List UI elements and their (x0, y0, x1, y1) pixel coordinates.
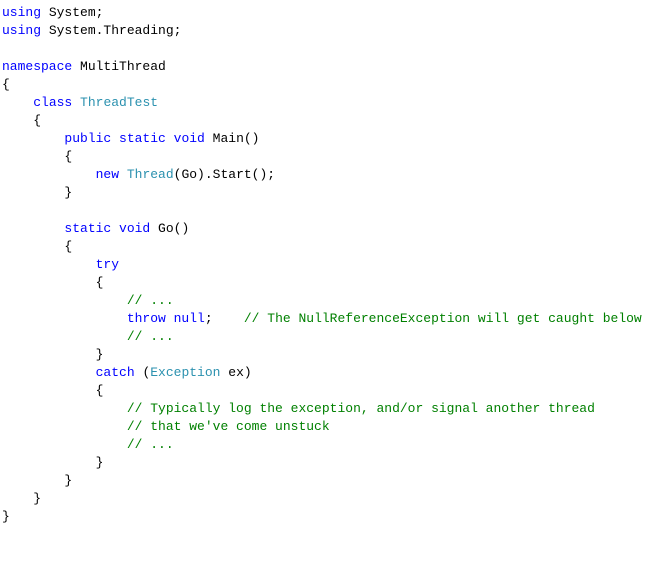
brace: } (2, 455, 103, 470)
code-text: Go() (150, 221, 189, 236)
brace: } (2, 347, 103, 362)
comment: // Typically log the exception, and/or s… (127, 401, 595, 416)
brace: { (2, 275, 103, 290)
brace: { (2, 149, 72, 164)
indent (2, 329, 127, 344)
indent (2, 311, 127, 326)
type-name: ThreadTest (80, 95, 158, 110)
code-text: Main() (205, 131, 260, 146)
indent (2, 401, 127, 416)
keyword-new: new (96, 167, 119, 182)
brace: } (2, 491, 41, 506)
type-name: Thread (127, 167, 174, 182)
indent (2, 257, 96, 272)
brace: } (2, 185, 72, 200)
indent (2, 131, 64, 146)
space (72, 95, 80, 110)
comment: // ... (127, 329, 174, 344)
keyword-modifiers: static void (64, 221, 150, 236)
keyword-try: try (96, 257, 119, 272)
keyword-class: class (33, 95, 72, 110)
indent (2, 95, 33, 110)
code-text: MultiThread (72, 59, 166, 74)
indent (2, 167, 96, 182)
comment: // ... (127, 437, 174, 452)
comment: // The NullReferenceException will get c… (244, 311, 642, 326)
indent (2, 293, 127, 308)
indent (2, 419, 127, 434)
brace: } (2, 509, 10, 524)
indent (2, 365, 96, 380)
code-text: ( (135, 365, 151, 380)
keyword-using: using (2, 23, 41, 38)
keyword-using: using (2, 5, 41, 20)
code-text: System; (41, 5, 103, 20)
keyword-throw: throw null (127, 311, 205, 326)
brace: { (2, 77, 10, 92)
brace: { (2, 383, 103, 398)
code-text: ex) (220, 365, 251, 380)
comment: // ... (127, 293, 174, 308)
brace: { (2, 113, 41, 128)
code-text: ; (205, 311, 244, 326)
type-name: Exception (150, 365, 220, 380)
code-block: using System; using System.Threading; na… (0, 0, 672, 530)
indent (2, 437, 127, 452)
keyword-catch: catch (96, 365, 135, 380)
code-text: System.Threading; (41, 23, 181, 38)
code-text: (Go).Start(); (174, 167, 275, 182)
keyword-namespace: namespace (2, 59, 72, 74)
brace: { (2, 239, 72, 254)
keyword-modifiers: public static void (64, 131, 204, 146)
comment: // that we've come unstuck (127, 419, 330, 434)
space (119, 167, 127, 182)
brace: } (2, 473, 72, 488)
indent (2, 221, 64, 236)
